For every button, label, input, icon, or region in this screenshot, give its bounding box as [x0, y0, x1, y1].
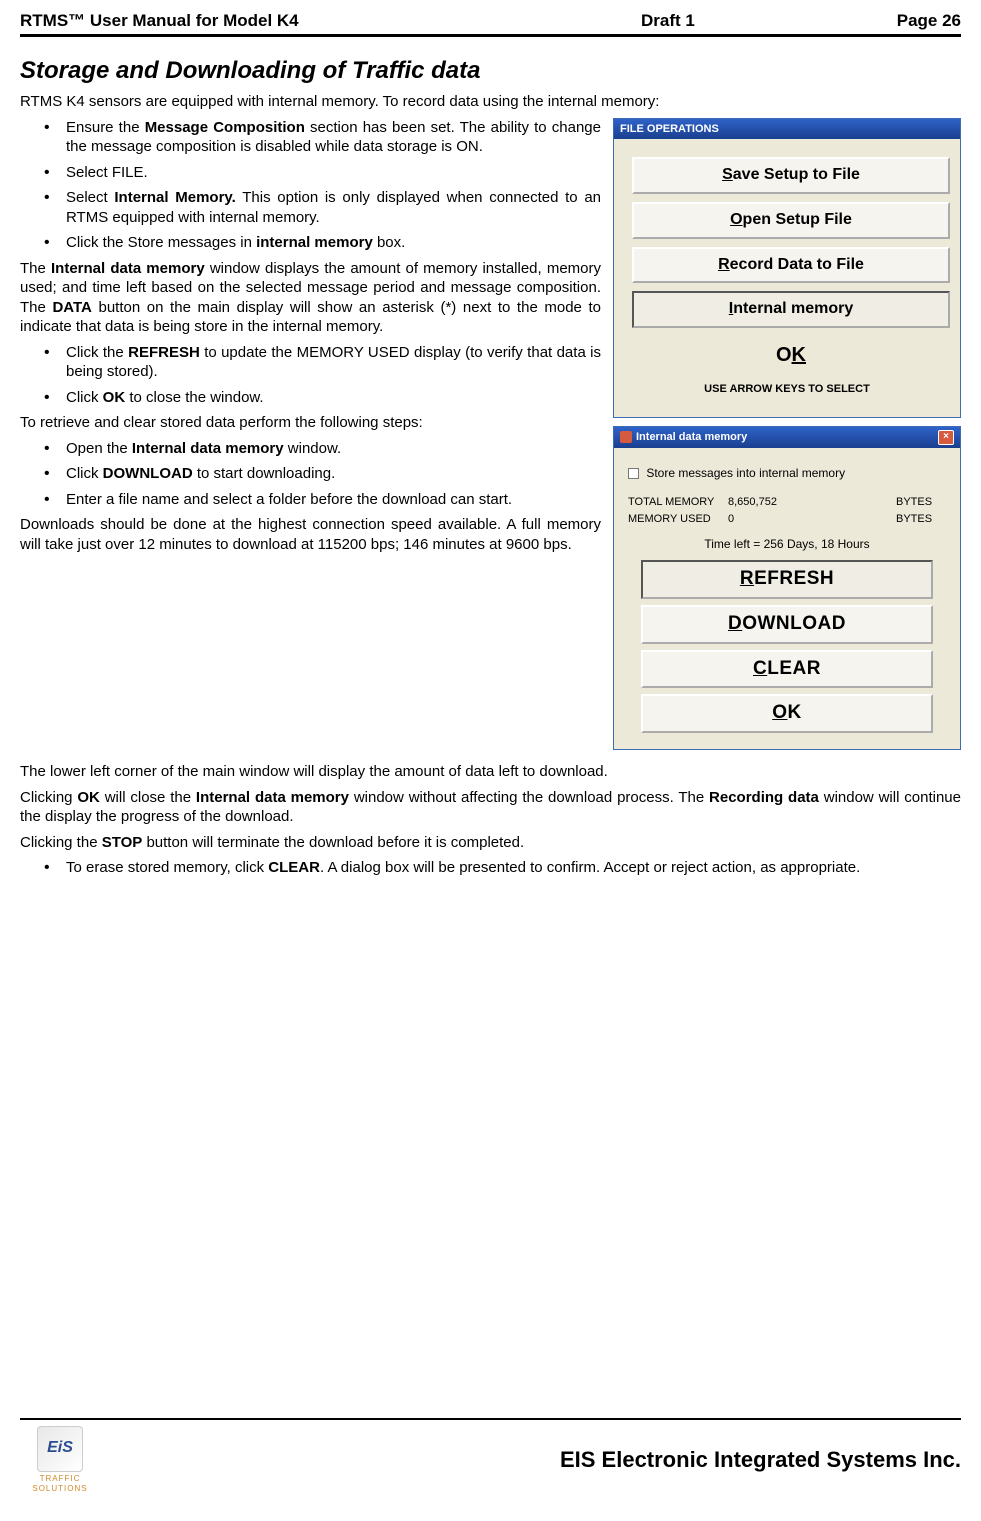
- company-logo: EiS TRAFFIC SOLUTIONS: [20, 1426, 100, 1495]
- checkbox-icon[interactable]: [628, 468, 639, 479]
- total-memory-row: TOTAL MEMORY 8,650,752 BYTES: [628, 495, 946, 509]
- bytes-label: BYTES: [896, 495, 946, 509]
- dialog-title: FILE OPERATIONS: [620, 122, 719, 136]
- download-button[interactable]: DOWNLOAD: [641, 605, 934, 644]
- checkbox-label: Store messages into internal memory: [646, 466, 845, 480]
- logo-subtitle: TRAFFIC SOLUTIONS: [20, 1474, 100, 1495]
- store-messages-checkbox-row[interactable]: Store messages into internal memory: [628, 466, 946, 482]
- list-item: Click OK to close the window.: [44, 388, 601, 408]
- ok-button[interactable]: OK: [641, 694, 934, 733]
- internal-data-memory-dialog: Internal data memory × Store messages in…: [613, 426, 961, 751]
- app-icon: [620, 431, 632, 443]
- bullet-list-3: Open the Internal data memory window. Cl…: [20, 439, 601, 510]
- ok-button[interactable]: OK: [632, 336, 950, 374]
- paragraph: To retrieve and clear stored data perfor…: [20, 413, 601, 433]
- section-title: Storage and Downloading of Traffic data: [20, 55, 961, 86]
- list-item: Select Internal Memory. This option is o…: [44, 188, 601, 227]
- paragraph: Clicking the STOP button will terminate …: [20, 833, 961, 853]
- close-icon[interactable]: ×: [938, 430, 954, 445]
- bullet-list-1: Ensure the Message Composition section h…: [20, 118, 601, 253]
- file-operations-dialog: FILE OPERATIONS Save Setup to File Open …: [613, 118, 961, 418]
- time-left-label: Time left = 256 Days, 18 Hours: [628, 537, 946, 553]
- company-name: EIS Electronic Integrated Systems Inc.: [112, 1446, 961, 1475]
- list-item: Click DOWNLOAD to start downloading.: [44, 464, 601, 484]
- record-data-button[interactable]: Record Data to File: [632, 247, 950, 284]
- dialog-titlebar: FILE OPERATIONS: [614, 119, 960, 139]
- list-item: Click the Store messages in internal mem…: [44, 233, 601, 253]
- logo-icon: EiS: [37, 1426, 83, 1472]
- intro-text: RTMS K4 sensors are equipped with intern…: [20, 92, 961, 112]
- save-setup-button[interactable]: Save Setup to File: [632, 157, 950, 194]
- page-header: RTMS™ User Manual for Model K4 Draft 1 P…: [20, 10, 961, 37]
- paragraph: The Internal data memory window displays…: [20, 259, 601, 337]
- list-item: Select FILE.: [44, 163, 601, 183]
- paragraph: Clicking OK will close the Internal data…: [20, 788, 961, 827]
- dialog-footnote: USE ARROW KEYS TO SELECT: [628, 382, 946, 396]
- list-item: Enter a file name and select a folder be…: [44, 490, 601, 510]
- paragraph: Downloads should be done at the highest …: [20, 515, 601, 554]
- list-item: Click the REFRESH to update the MEMORY U…: [44, 343, 601, 382]
- page-footer: EiS TRAFFIC SOLUTIONS EIS Electronic Int…: [20, 1418, 961, 1495]
- internal-memory-button[interactable]: Internal memory: [632, 291, 950, 328]
- list-item: To erase stored memory, click CLEAR. A d…: [44, 858, 961, 878]
- paragraph: The lower left corner of the main window…: [20, 762, 961, 782]
- memory-used-label: MEMORY USED: [628, 512, 728, 526]
- refresh-button[interactable]: REFRESH: [641, 560, 934, 599]
- dialog-titlebar: Internal data memory ×: [614, 427, 960, 448]
- clear-button[interactable]: CLEAR: [641, 650, 934, 689]
- total-memory-label: TOTAL MEMORY: [628, 495, 728, 509]
- memory-used-value: 0: [728, 512, 896, 526]
- memory-used-row: MEMORY USED 0 BYTES: [628, 512, 946, 526]
- bytes-label: BYTES: [896, 512, 946, 526]
- header-product: RTMS™ User Manual for Model K4: [20, 10, 641, 32]
- list-item: Ensure the Message Composition section h…: [44, 118, 601, 157]
- open-setup-button[interactable]: Open Setup File: [632, 202, 950, 239]
- dialog-title: Internal data memory: [636, 430, 747, 444]
- bullet-list-2: Click the REFRESH to update the MEMORY U…: [20, 343, 601, 408]
- list-item: Open the Internal data memory window.: [44, 439, 601, 459]
- total-memory-value: 8,650,752: [728, 495, 896, 509]
- header-draft: Draft 1: [641, 10, 841, 32]
- bullet-list-4: To erase stored memory, click CLEAR. A d…: [20, 858, 961, 878]
- header-page: Page 26: [841, 10, 961, 32]
